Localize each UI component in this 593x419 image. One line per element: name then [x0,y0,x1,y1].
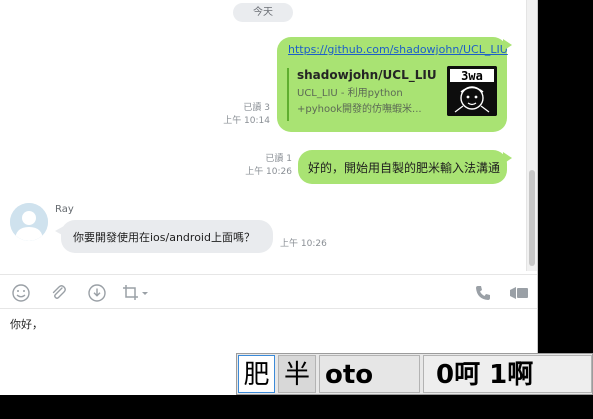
scrollbar-thumb[interactable] [529,170,535,266]
bubble-tail [503,39,512,51]
link-preview-description: UCL_LIU - 利用python +pyhook開發的仿嘸蝦米... [297,88,422,115]
message-text: 好的，開始用自製的肥米輸入法溝通 [308,161,501,175]
ime-input-code: oto [319,355,420,393]
link-preview-title: shadowjohn/UCL_LIU [297,68,437,82]
incoming-message-bubble[interactable]: 你要開發使用在ios/android上面嗎？ [61,220,273,253]
message-time: 上午 10:26 [245,167,292,177]
chat-toolbar [0,274,537,309]
sender-name: Ray [55,204,74,215]
link-preview[interactable]: shadowjohn/UCL_LIU UCL_LIU - 利用python +p… [287,66,499,121]
video-icon[interactable] [509,283,529,303]
read-status: 已讀 3 [243,103,270,113]
svg-text:3wa: 3wa [461,69,483,83]
scrollbar[interactable] [526,0,537,271]
date-separator: 今天 [233,3,293,22]
ime-candidates[interactable]: 0呵 1啊 [423,355,592,393]
text-message-meta: 已讀 1 上午 10:26 [230,153,292,179]
ime-toolbar: 肥 半 oto 0呵 1啊 [236,353,593,395]
message-text: 你要開發使用在ios/android上面嗎？ [73,231,255,244]
emoji-icon[interactable] [11,283,31,303]
ime-width-toggle[interactable]: 半 [278,355,316,393]
avatar[interactable] [10,203,48,241]
crop-icon[interactable] [121,283,151,303]
link-message-meta: 已讀 3 上午 10:14 [208,102,270,128]
read-status: 已讀 1 [265,154,292,164]
message-time: 上午 10:14 [223,116,270,126]
composer-text[interactable]: 你好， [10,316,43,332]
chat-window: 今天 https://github.com/shadowjohn/UCL_LIU… [0,0,538,395]
text-message-bubble[interactable]: 好的，開始用自製的肥米輸入法溝通 [298,150,512,184]
download-icon[interactable] [87,283,107,303]
bubble-tail [503,152,512,164]
link-preview-thumbnail: 3wa [447,66,497,116]
message-list[interactable]: 今天 https://github.com/shadowjohn/UCL_LIU… [0,0,526,271]
message-time: 上午 10:26 [280,239,327,249]
paperclip-icon[interactable] [49,283,69,303]
phone-icon[interactable] [473,283,493,303]
user-silhouette-icon [10,203,48,241]
ime-mode-toggle[interactable]: 肥 [238,355,275,393]
link-message-bubble[interactable]: https://github.com/shadowjohn/UCL_LIU sh… [277,37,512,132]
link-url[interactable]: https://github.com/shadowjohn/UCL_LIU [288,43,508,56]
